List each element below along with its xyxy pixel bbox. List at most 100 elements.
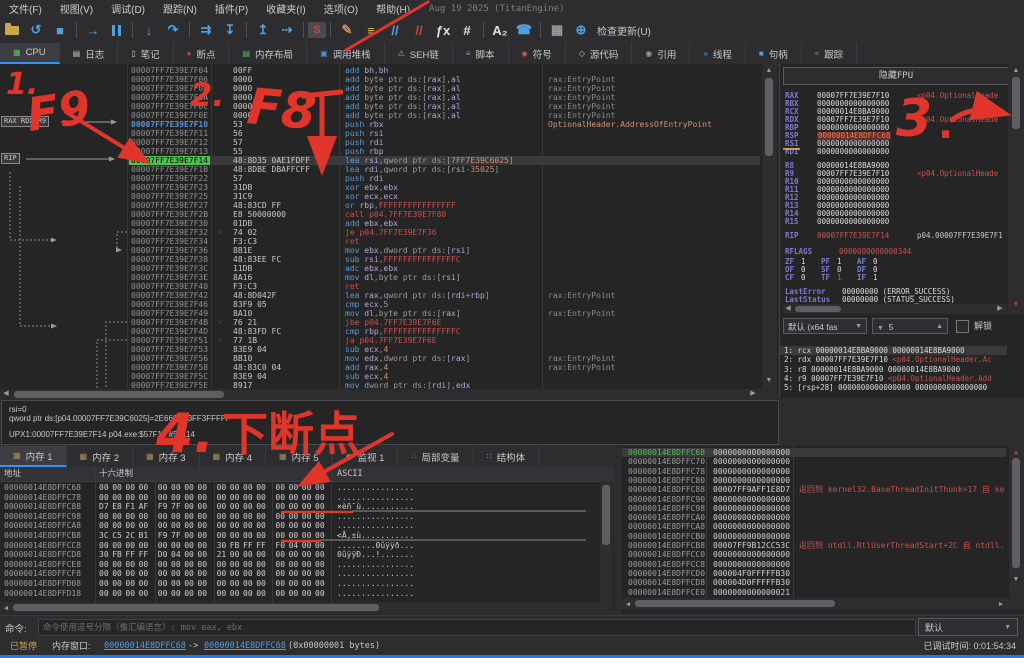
- stack-hscrollbar[interactable]: ◀ ▶: [622, 598, 1009, 610]
- disassembly-panel[interactable]: 00007FF7E39E7F0400FFadd bh,bh00007FF7E39…: [0, 64, 778, 389]
- menu-item[interactable]: 收藏夹(I): [257, 1, 314, 16]
- command-profile-dropdown[interactable]: 默认▼: [918, 618, 1018, 636]
- menu-item[interactable]: 选项(O): [315, 1, 367, 16]
- disasm-row[interactable]: 00007FF7E39E7F0C0000add byte ptr ds:[rax…: [0, 102, 760, 111]
- disasm-row[interactable]: 00007FF7E39E7F32˅74 02je p04.7FF7E39E7F3…: [0, 228, 760, 237]
- execute-till-return-icon[interactable]: ↧: [218, 20, 242, 40]
- mem-window-link-from[interactable]: 00000014E8DFFC68: [104, 638, 186, 655]
- disasm-row[interactable]: 00007FF7E39E7F5E8917mov dword ptr ds:[rd…: [0, 381, 760, 389]
- step-out-icon[interactable]: ↥: [251, 20, 275, 40]
- disasm-row[interactable]: 00007FF7E39E7F2531C9xor ecx,ecx: [0, 192, 760, 201]
- scroll-down-icon[interactable]: ▼: [1011, 300, 1021, 310]
- stack-row[interactable]: 00000014E8DFFCB00000000000000000: [622, 532, 1006, 541]
- tab-内存 2[interactable]: ▦内存 2: [67, 446, 134, 467]
- disasm-row[interactable]: 00007FF7E39E7F40F3:C3ret: [0, 282, 760, 291]
- menu-item[interactable]: 帮助(H): [367, 1, 419, 16]
- disasm-row[interactable]: 00007FF7E39E7F498A10mov dl,byte ptr ds:[…: [0, 309, 760, 318]
- menu-item[interactable]: 视图(V): [51, 1, 102, 16]
- tab-调用堆栈[interactable]: ▣调用堆栈: [307, 43, 385, 64]
- disasm-vscrollbar[interactable]: ▲ ▼: [762, 64, 777, 389]
- disasm-row[interactable]: 00007FF7E39E7F1156push rsi: [0, 129, 760, 138]
- stack-row[interactable]: 00000014E8DFFC680000000000000000: [622, 448, 1006, 457]
- tab-句柄[interactable]: ■句柄: [746, 43, 802, 64]
- command-input[interactable]: [38, 619, 916, 636]
- disasm-row[interactable]: 00007FF7E39E7F080000add byte ptr ds:[rax…: [0, 84, 760, 93]
- tab-结构体[interactable]: ∷结构体: [474, 446, 540, 467]
- stack-row[interactable]: 00000014E8DFFCA00000000000000000: [622, 513, 1006, 522]
- stack-row[interactable]: 00000014E8DFFCA80000000000000000: [622, 522, 1006, 531]
- disasm-row[interactable]: 00007FF7E39E7F3848:83EE FCsub rsi,FFFFFF…: [0, 255, 760, 264]
- run-icon[interactable]: →: [81, 20, 105, 40]
- memory-dump-panel[interactable]: 地址 十六进制 ASCII 00000014E8DFFC680000000000…: [0, 467, 614, 614]
- disasm-row[interactable]: 00007FF7E39E7F368B1Emov ebx,dword ptr ds…: [0, 246, 760, 255]
- disasm-row[interactable]: 00007FF7E39E7F5C83E9 04sub ecx,4: [0, 372, 760, 381]
- scroll-left-icon[interactable]: ◀: [1, 603, 11, 613]
- stack-row[interactable]: 00000014E8DFFCE00000000000000021: [622, 588, 1006, 597]
- menu-item[interactable]: 文件(F): [0, 1, 51, 16]
- step-over-icon[interactable]: ↷: [161, 20, 185, 40]
- tab-符号[interactable]: ◆符号: [509, 43, 566, 64]
- tab-CPU[interactable]: ▦CPU: [0, 43, 60, 64]
- scroll-right-icon[interactable]: ▶: [995, 304, 1005, 314]
- disasm-row[interactable]: 00007FF7E39E7F1B48:8DBE DBAFFCFFlea rdi,…: [0, 165, 760, 174]
- calling-convention-select[interactable]: 默认 (x64 fas ▼: [783, 318, 867, 334]
- argument-row[interactable]: 4: r9 00007FF7E39E7F10 <p04.OptionalHead…: [780, 374, 1007, 383]
- scroll-thumb[interactable]: [765, 78, 773, 156]
- az-icon[interactable]: A₂: [488, 20, 512, 40]
- tab-内存 1[interactable]: ▦内存 1: [0, 446, 67, 467]
- disasm-row[interactable]: 00007FF7E39E7F060000add byte ptr ds:[rax…: [0, 75, 760, 84]
- dump-row[interactable]: 00000014E8DFFCE8000000000000000000000000…: [0, 560, 600, 570]
- registers-vscrollbar[interactable]: ▲ ▼: [1008, 64, 1024, 314]
- stack-row[interactable]: 00000014E8DFFC900000000000000000: [622, 495, 1006, 504]
- stack-row[interactable]: 00000014E8DFFCB800007FF9B12CC53C返回到 ntdl…: [622, 541, 1006, 550]
- disasm-row[interactable]: 00007FF7E39E7F3E8A16mov dl,byte ptr ds:[…: [0, 273, 760, 282]
- argument-row[interactable]: 2: rdx 00007FF7E39E7F10 <p04.OptionalHea…: [780, 355, 1007, 364]
- tab-断点[interactable]: ●断点: [174, 43, 230, 64]
- register-row[interactable]: RIP00007FF7E39E7F14p04.00007FF7E39E7F1: [780, 232, 1024, 240]
- disasm-row[interactable]: 00007FF7E39E7F5848:83C0 04add rax,4rax:E…: [0, 363, 760, 372]
- menu-item[interactable]: 跟踪(N): [154, 1, 206, 16]
- dump-row[interactable]: 00000014E8DFFCD830FBFFFFD004000021000000…: [0, 550, 600, 560]
- disasm-row[interactable]: 00007FF7E39E7F2331DBxor ebx,ebx: [0, 183, 760, 192]
- dump-row[interactable]: 00000014E8DFFC88D7E8F1AFF97F000000000000…: [0, 502, 600, 512]
- dump-row[interactable]: 00000014E8DFFCC8000000000000000030FBFFFF…: [0, 541, 600, 551]
- scroll-thumb[interactable]: [1012, 458, 1020, 568]
- disasm-row[interactable]: 00007FF7E39E7F1448:8D35 0AE1FDFFlea rsi,…: [0, 156, 760, 165]
- registers-panel[interactable]: 隐藏FPU RAX00007FF7E39E7F10<p04.OptionalHe…: [779, 64, 1024, 398]
- scroll-up-icon[interactable]: ▲: [764, 66, 774, 76]
- stack-row[interactable]: 00000014E8DFFC980000000000000000: [622, 504, 1006, 513]
- phone-icon[interactable]: ☎: [512, 20, 536, 40]
- tab-内存 3[interactable]: ▦内存 3: [133, 446, 200, 467]
- stop-icon[interactable]: ■: [48, 20, 72, 40]
- stack-row[interactable]: 00000014E8DFFCD0000004F0FFFFFB30: [622, 569, 1006, 578]
- scroll-up-icon[interactable]: ▲: [1011, 447, 1021, 457]
- menu-item[interactable]: 插件(P): [206, 1, 257, 16]
- disasm-row[interactable]: 00007FF7E39E7F0400FFadd bh,bh: [0, 66, 760, 75]
- tab-脚本[interactable]: ≡脚本: [453, 43, 509, 64]
- scroll-thumb[interactable]: [795, 306, 841, 312]
- scroll-thumb[interactable]: [14, 391, 224, 398]
- tab-跟踪[interactable]: ≈跟踪: [802, 43, 857, 64]
- disasm-row[interactable]: 00007FF7E39E7F568B10mov edx,dword ptr ds…: [0, 354, 760, 363]
- dump-row[interactable]: 00000014E8DFFCF8000000000000000000000000…: [0, 569, 600, 579]
- skip-icon[interactable]: S: [308, 22, 326, 38]
- disasm-row[interactable]: 00007FF7E39E7F2257push rdi: [0, 174, 760, 183]
- call-arguments-list[interactable]: 1: rcx 00000014E8BA9000 00000014E8BA9000…: [780, 346, 1007, 392]
- scroll-down-icon[interactable]: ▼: [764, 376, 774, 386]
- fx-icon[interactable]: ƒx: [431, 20, 455, 40]
- disasm-row[interactable]: 00007FF7E39E7F1053push rbxOptionalHeader…: [0, 120, 760, 129]
- disasm-row[interactable]: 00007FF7E39E7F0A0000add byte ptr ds:[rax…: [0, 93, 760, 102]
- calculator-icon[interactable]: ▦: [545, 20, 569, 40]
- disasm-row[interactable]: 00007FF7E39E7F3C11DBadc ebx,ebx: [0, 264, 760, 273]
- dump-row[interactable]: 00000014E8DFFC98000000000000000000000000…: [0, 512, 600, 522]
- disasm-row[interactable]: 00007FF7E39E7F2BE8 50000000call p04.7FF7…: [0, 210, 760, 219]
- scroll-thumb[interactable]: [635, 600, 835, 607]
- scroll-left-icon[interactable]: ◀: [783, 304, 793, 314]
- dump-row[interactable]: 00000014E8DFFC68000000000000000000000000…: [0, 483, 600, 493]
- disasm-row[interactable]: 00007FF7E39E7F4248:8D042Flea rax,qword p…: [0, 291, 760, 300]
- step-into-icon[interactable]: ↓: [137, 20, 161, 40]
- restart-icon[interactable]: ↺: [24, 20, 48, 40]
- tab-内存 4[interactable]: ▦内存 4: [200, 446, 267, 467]
- disasm-row[interactable]: 00007FF7E39E7F1257push rdi: [0, 138, 760, 147]
- disasm-row[interactable]: 00007FF7E39E7F5383E9 04sub ecx,4: [0, 345, 760, 354]
